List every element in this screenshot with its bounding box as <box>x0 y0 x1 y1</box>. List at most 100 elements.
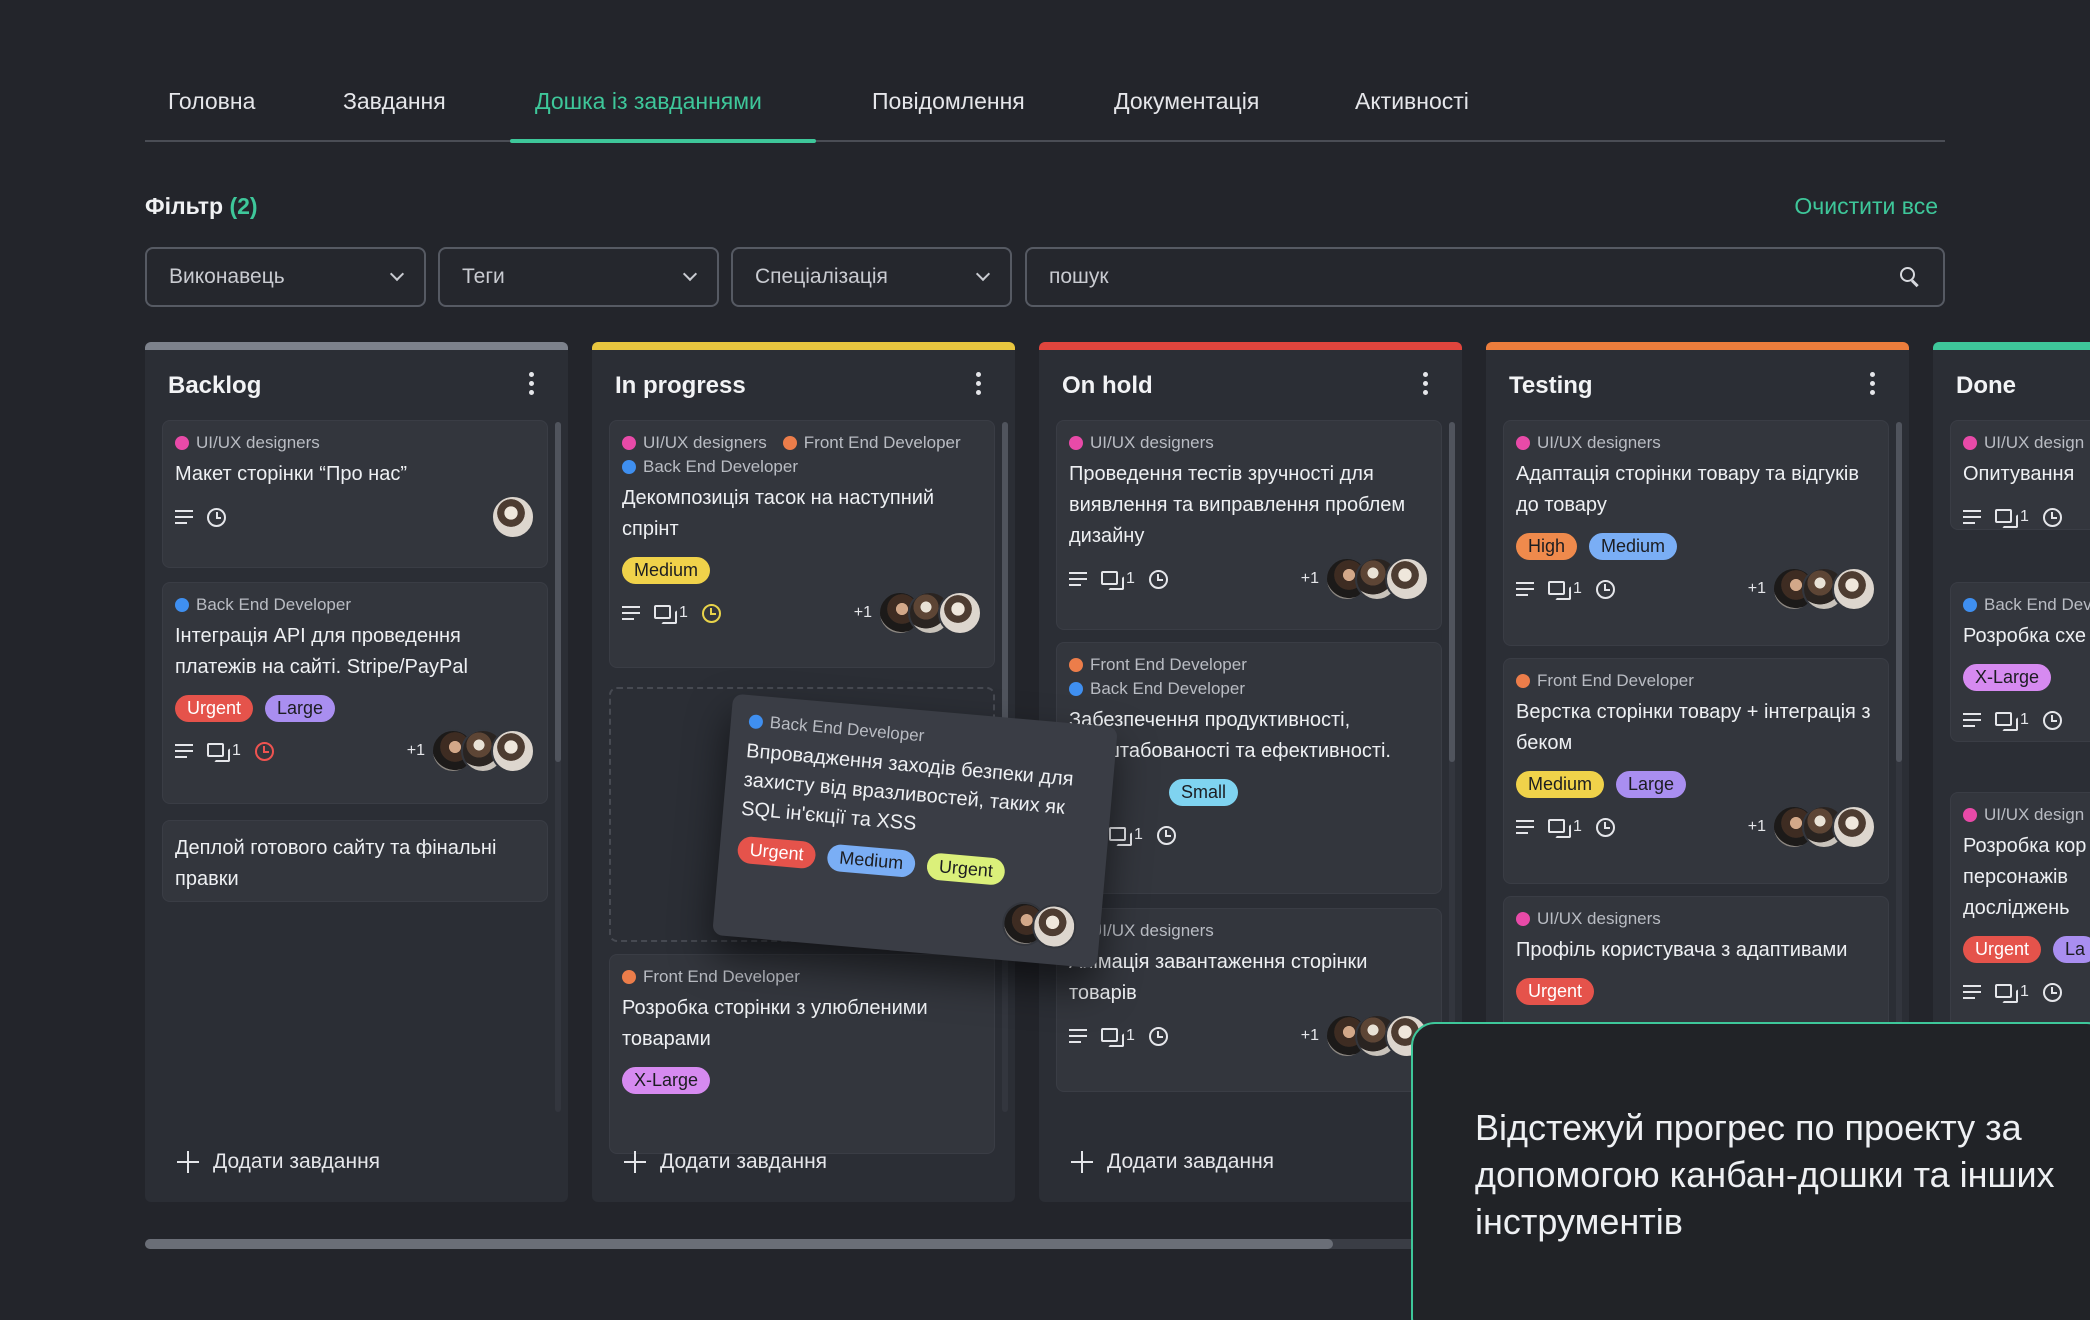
comments-count: 1 <box>1995 711 2029 731</box>
task-card[interactable]: UI/UX designers Адаптація сторінки товар… <box>1503 420 1889 646</box>
tags-select[interactable]: Теги <box>438 247 719 307</box>
scrollbar-thumb[interactable] <box>145 1239 1333 1249</box>
task-card[interactable]: Front End Developer Розробка сторінки з … <box>609 954 995 1154</box>
comment-icon <box>1548 580 1571 600</box>
tab-messages[interactable]: Повідомлення <box>872 88 1025 115</box>
column-color-bar <box>592 342 1015 350</box>
priority-badge: Urgent <box>1516 978 1595 1005</box>
assignee-select[interactable]: Виконавець <box>145 247 426 307</box>
clock-icon <box>1595 817 1615 837</box>
card-title: Анімація завантаження сторінки товарів <box>1069 951 1368 1004</box>
add-task-button[interactable]: Додати завдання <box>177 1150 380 1174</box>
task-card[interactable]: Деплой готового сайту та фінальні правки <box>162 820 548 902</box>
avatar[interactable] <box>491 495 535 539</box>
size-badge: Large <box>265 695 336 722</box>
comments-count: 1 <box>1995 508 2029 528</box>
task-card[interactable]: UI/UX design Опитування 1 <box>1950 420 2090 530</box>
priority-badge: Medium <box>826 843 917 879</box>
dragged-task-card[interactable]: Back End Developer Впровадження заходів … <box>712 693 1118 969</box>
tab-activities[interactable]: Активності <box>1355 88 1469 115</box>
column-scrollbar[interactable] <box>1449 422 1455 1112</box>
task-card[interactable]: UI/UX designers Проведення тестів зручно… <box>1056 420 1442 630</box>
chevron-down-icon <box>389 266 405 282</box>
specialization-tag: Front End Developer <box>1516 671 1694 691</box>
task-card[interactable]: Front End Developer Верстка сторінки тов… <box>1503 658 1889 884</box>
avatar[interactable] <box>491 729 535 773</box>
back-end-dot-icon <box>1069 682 1083 696</box>
task-card[interactable]: Back End Dev Розробка схе X-Large 1 <box>1950 582 2090 742</box>
specialization-select[interactable]: Спеціалізація <box>731 247 1012 307</box>
column-scrollbar[interactable] <box>555 422 561 1112</box>
back-end-dot-icon <box>622 460 636 474</box>
search-input[interactable] <box>1049 265 1869 289</box>
column-scrollbar[interactable] <box>1896 422 1902 1112</box>
ui-ux-dot-icon <box>622 436 636 450</box>
add-task-button[interactable]: Додати завдання <box>624 1150 827 1174</box>
comments-count: 1 <box>207 742 241 762</box>
promo-text: Відстежуй прогрес по проекту за допомого… <box>1475 1107 2055 1242</box>
task-card[interactable]: Back End Developer Інтеграція API для пр… <box>162 582 548 804</box>
clock-icon <box>701 603 721 623</box>
comment-icon <box>1548 818 1571 838</box>
active-tab-indicator <box>510 139 816 143</box>
avatar[interactable] <box>1832 805 1876 849</box>
comment-icon <box>1995 508 2018 528</box>
column-color-bar <box>1933 342 2090 350</box>
comment-icon <box>1101 1027 1124 1047</box>
tab-documentation[interactable]: Документація <box>1114 88 1259 115</box>
search-icon[interactable] <box>1899 266 1921 288</box>
size-badge: X-Large <box>1963 664 2052 691</box>
ui-ux-dot-icon <box>1963 808 1977 822</box>
tab-tasks[interactable]: Завдання <box>343 88 446 115</box>
priority-badge: Medium <box>622 557 711 584</box>
description-icon <box>1963 985 1981 999</box>
comment-icon <box>207 742 230 762</box>
comments-count: 1 <box>1548 580 1582 600</box>
card-title: Адаптація сторінки товару та відгуків до… <box>1516 463 1859 516</box>
add-task-button[interactable]: Додати завдання <box>1071 1150 1274 1174</box>
task-card[interactable]: UI/UX designers Макет сторінки “Про нас” <box>162 420 548 568</box>
avatar[interactable] <box>1832 567 1876 611</box>
specialization-tag: Front End Developer <box>622 967 800 987</box>
card-title: Верстка сторінки товару + інтеграція з б… <box>1516 701 1871 754</box>
more-options-icon[interactable] <box>976 372 982 398</box>
clock-icon <box>207 507 226 527</box>
description-icon <box>175 744 193 758</box>
description-icon <box>1069 572 1087 586</box>
card-title: Профіль користувача з адаптивами <box>1516 939 1848 961</box>
plus-icon <box>1071 1151 1093 1173</box>
front-end-dot-icon <box>782 436 797 450</box>
clock-icon <box>2042 982 2062 1002</box>
comments-count: 1 <box>1109 826 1143 846</box>
comments-count: 1 <box>1548 818 1582 838</box>
tab-home[interactable]: Головна <box>168 88 255 115</box>
card-title: Деплой готового сайту та фінальні правки <box>175 837 497 890</box>
avatar[interactable] <box>938 591 982 635</box>
front-end-dot-icon <box>1516 674 1530 688</box>
specialization-tag: UI/UX designers <box>175 433 320 453</box>
priority-badge: Medium <box>1589 533 1678 560</box>
extra-assignees-count: +1 <box>1300 1027 1319 1044</box>
more-options-icon[interactable] <box>529 372 535 398</box>
card-title: Опитування <box>1963 463 2075 485</box>
clock-icon <box>2042 710 2062 730</box>
specialization-select-value: Спеціалізація <box>755 265 888 288</box>
task-card[interactable]: UI/UX designers Анімація завантаження ст… <box>1056 908 1442 1092</box>
clock-icon <box>1148 569 1168 589</box>
more-options-icon[interactable] <box>1423 372 1429 398</box>
avatar[interactable] <box>1385 557 1429 601</box>
task-card[interactable]: UI/UX designers Front End Developer Back… <box>609 420 995 668</box>
filter-count: (2) <box>229 193 258 219</box>
column-title: Done <box>1956 372 2016 399</box>
back-end-dot-icon <box>748 714 764 730</box>
extra-assignees-count: +1 <box>1300 570 1319 587</box>
clear-all-link[interactable]: Очистити все <box>1794 193 1938 220</box>
clock-icon <box>1156 825 1176 845</box>
specialization-tag: UI/UX designers <box>622 433 767 453</box>
card-title: Проведення тестів зручності для виявленн… <box>1069 463 1406 547</box>
comments-count: 1 <box>1995 983 2029 1003</box>
more-options-icon[interactable] <box>1870 372 1876 398</box>
tab-task-board[interactable]: Дошка із завданнями <box>535 88 762 115</box>
task-card[interactable]: UI/UX design Розробка кор персонажів дос… <box>1950 792 2090 1028</box>
specialization-tag: UI/UX design <box>1963 805 2084 825</box>
